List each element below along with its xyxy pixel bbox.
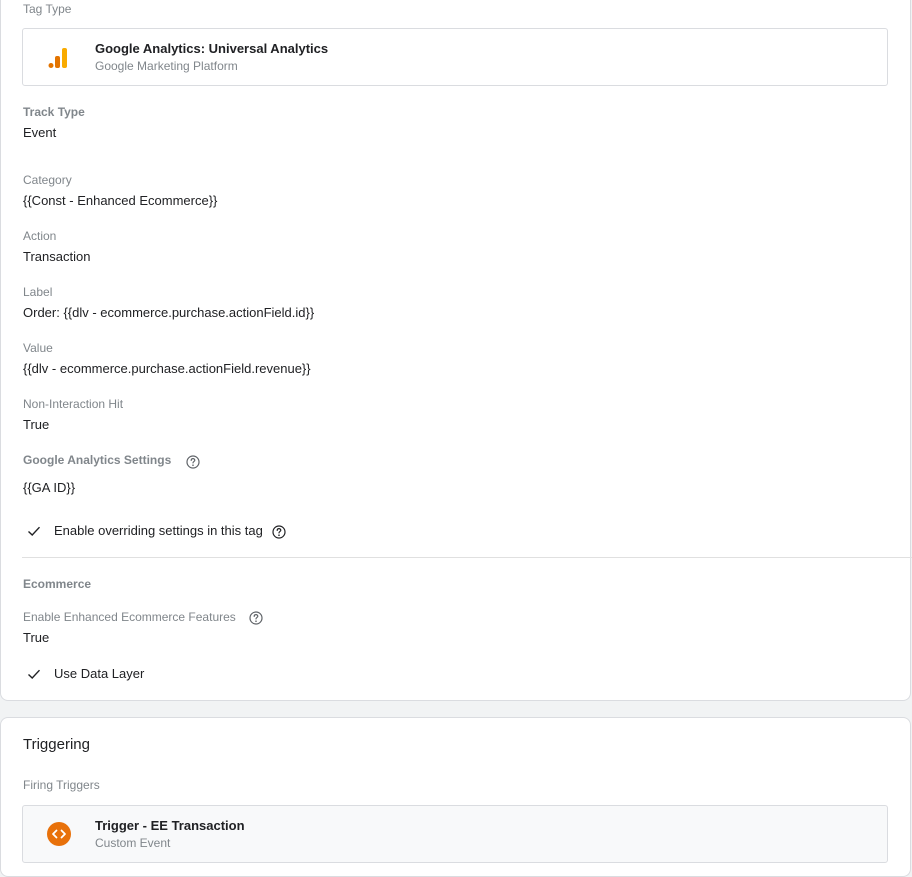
check-icon (28, 526, 41, 536)
google-analytics-icon (48, 48, 67, 68)
help-icon[interactable] (186, 455, 200, 469)
action-value: Transaction (23, 249, 91, 264)
tag-type-tile[interactable]: Google Analytics: Universal Analytics Go… (22, 28, 888, 86)
override-settings-label: Enable overriding settings in this tag (54, 523, 263, 538)
help-icon[interactable] (272, 525, 286, 539)
track-type-value: Event (23, 125, 57, 140)
non-interaction-hit-value: True (23, 417, 50, 432)
custom-event-icon (47, 822, 71, 846)
category-label: Category (23, 173, 72, 187)
enhanced-ecommerce-label: Enable Enhanced Ecommerce Features (23, 610, 236, 624)
trigger-title: Trigger - EE Transaction (95, 818, 245, 833)
category-value: {{Const - Enhanced Ecommerce}} (23, 193, 218, 208)
use-data-layer-label: Use Data Layer (54, 666, 145, 681)
tag-type-label: Tag Type (23, 2, 72, 16)
tag-type-subtitle: Google Marketing Platform (95, 59, 238, 73)
ga-settings-label: Google Analytics Settings (23, 453, 172, 467)
trigger-tile[interactable]: Trigger - EE Transaction Custom Event (22, 805, 888, 863)
event-value-value: {{dlv - ecommerce.purchase.actionField.r… (23, 361, 311, 376)
triggering-heading: Triggering (23, 736, 90, 753)
event-label-label: Label (23, 285, 53, 299)
ga-settings-value: {{GA ID}} (23, 480, 76, 495)
enhanced-ecommerce-value: True (23, 630, 50, 645)
event-label-value: Order: {{dlv - ecommerce.purchase.action… (23, 305, 315, 320)
trigger-subtitle: Custom Event (95, 836, 171, 850)
help-icon[interactable] (249, 611, 263, 625)
action-label: Action (23, 229, 57, 243)
firing-triggers-label: Firing Triggers (23, 778, 100, 792)
non-interaction-hit-label: Non-Interaction Hit (23, 397, 124, 411)
event-value-label: Value (23, 341, 53, 355)
check-icon (28, 669, 41, 679)
track-type-label: Track Type (23, 105, 85, 119)
tag-type-title: Google Analytics: Universal Analytics (95, 41, 329, 56)
section-divider (22, 557, 912, 558)
tag-configuration-card (0, 0, 911, 701)
ecommerce-heading: Ecommerce (23, 577, 92, 591)
